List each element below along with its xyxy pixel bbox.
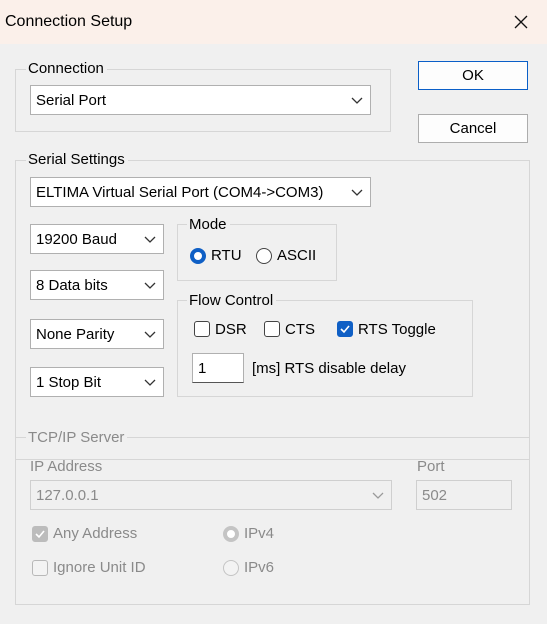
stop-bits-select[interactable]: 1 Stop Bit <box>30 367 164 397</box>
ipv6-label: IPv6 <box>244 559 275 576</box>
cancel-button[interactable]: Cancel <box>418 114 528 143</box>
window-title: Connection Setup <box>5 13 133 30</box>
checkmark-icon <box>340 325 350 334</box>
any-address-label: Any Address <box>53 525 138 542</box>
close-button[interactable] <box>506 8 536 36</box>
ignore-unit-id-checkbox[interactable] <box>32 560 48 576</box>
cancel-button-label: Cancel <box>449 120 497 137</box>
serial-port-value: ELTIMA Virtual Serial Port (COM4->COM3) <box>36 183 324 201</box>
data-bits-select[interactable]: 8 Data bits <box>30 270 164 300</box>
rtu-label: RTU <box>211 247 242 264</box>
chevron-down-icon <box>144 236 156 243</box>
parity-value: None Parity <box>36 325 115 343</box>
dsr-checkbox[interactable] <box>194 321 210 337</box>
connection-select[interactable]: Serial Port <box>30 85 371 115</box>
dialog-body: Connection Serial Port OK Cancel Serial … <box>0 44 547 624</box>
dsr-label: DSR <box>215 321 247 338</box>
ip-address-label: IP Address <box>30 458 103 475</box>
baud-rate-value: 19200 Baud <box>36 230 117 248</box>
chevron-down-icon <box>372 492 384 499</box>
port-label: Port <box>417 458 445 475</box>
title-bar: Connection Setup <box>0 0 547 44</box>
chevron-down-icon <box>351 97 363 104</box>
close-icon <box>514 15 528 29</box>
chevron-down-icon <box>144 331 156 338</box>
cts-label: CTS <box>285 321 315 338</box>
tcp-ip-label: TCP/IP Server <box>26 429 128 446</box>
parity-select[interactable]: None Parity <box>30 319 164 349</box>
chevron-down-icon <box>144 379 156 386</box>
rts-delay-value: 1 <box>198 359 207 377</box>
rts-toggle-checkbox[interactable] <box>337 321 353 337</box>
ipv4-label: IPv4 <box>244 525 275 542</box>
chevron-down-icon <box>144 282 156 289</box>
ignore-unit-id-label: Ignore Unit ID <box>53 559 146 576</box>
ipv4-radio[interactable] <box>223 526 239 542</box>
connection-select-value: Serial Port <box>36 91 107 109</box>
serial-port-select[interactable]: ELTIMA Virtual Serial Port (COM4->COM3) <box>30 177 371 207</box>
serial-settings-label: Serial Settings <box>26 151 128 168</box>
port-value: 502 <box>422 486 448 504</box>
connection-group-label: Connection <box>26 60 107 77</box>
cts-checkbox[interactable] <box>264 321 280 337</box>
rts-delay-label: [ms] RTS disable delay <box>252 360 406 377</box>
chevron-down-icon <box>351 189 363 196</box>
port-input[interactable]: 502 <box>416 480 512 510</box>
flow-control-label: Flow Control <box>187 292 277 309</box>
checkmark-icon <box>35 530 45 539</box>
baud-rate-select[interactable]: 19200 Baud <box>30 224 164 254</box>
ascii-label: ASCII <box>277 247 317 264</box>
data-bits-value: 8 Data bits <box>36 276 108 294</box>
mode-group-label: Mode <box>187 216 230 233</box>
rts-delay-input[interactable]: 1 <box>192 353 244 383</box>
rts-toggle-label: RTS Toggle <box>358 321 436 338</box>
rtu-radio[interactable] <box>190 248 206 264</box>
ok-button[interactable]: OK <box>418 61 528 90</box>
ip-address-value: 127.0.0.1 <box>36 486 99 504</box>
ok-button-label: OK <box>462 67 484 84</box>
stop-bits-value: 1 Stop Bit <box>36 373 102 391</box>
ascii-radio[interactable] <box>256 248 272 264</box>
any-address-checkbox[interactable] <box>32 526 48 542</box>
ipv6-radio[interactable] <box>223 560 239 576</box>
ip-address-select[interactable]: 127.0.0.1 <box>30 480 392 510</box>
